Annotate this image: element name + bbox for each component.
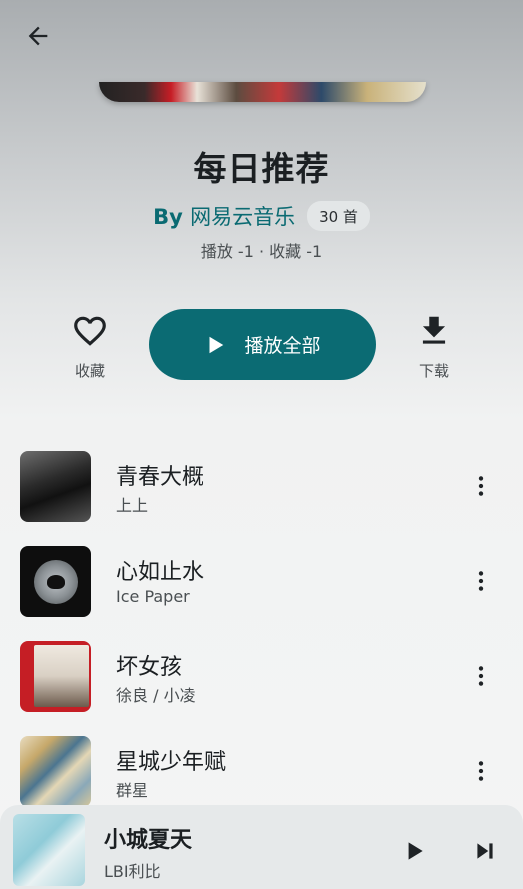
back-button[interactable] [18, 18, 58, 54]
song-count-badge: 30 首 [307, 201, 370, 231]
playlist-cover [99, 82, 426, 102]
song-title: 坏女孩 [116, 655, 183, 680]
song-row[interactable]: 坏女孩 徐良 / 小凌 [0, 639, 523, 734]
song-cover [20, 451, 91, 522]
download-icon [422, 316, 446, 344]
play-all-button[interactable]: 播放全部 [149, 309, 376, 380]
more-options-button[interactable] [462, 752, 500, 790]
arrow-left-icon [28, 26, 48, 46]
play-icon [408, 842, 423, 860]
now-playing-cover [13, 814, 85, 886]
song-artist: 上上 [116, 496, 149, 515]
song-artist: 徐良 / 小凌 [116, 686, 196, 705]
song-artist: Ice Paper [116, 587, 190, 606]
song-title: 青春大概 [116, 465, 205, 490]
skip-next-icon [477, 843, 493, 859]
top-bar [0, 0, 523, 72]
mini-player[interactable]: 小城夏天 LBI利比 [0, 805, 523, 889]
more-vertical-icon [478, 476, 484, 496]
song-title: 星城少年赋 [116, 750, 227, 775]
song-artist: 群星 [116, 781, 149, 800]
play-button[interactable] [396, 833, 432, 869]
creator-row: By 网易云音乐 30 首 [0, 201, 523, 231]
more-vertical-icon [478, 761, 484, 781]
creator-name: 网易云音乐 [190, 205, 296, 229]
song-row[interactable]: 心如止水 Ice Paper [0, 544, 523, 639]
song-cover [20, 641, 91, 712]
more-options-button[interactable] [462, 657, 500, 695]
more-options-button[interactable] [462, 562, 500, 600]
play-icon [209, 336, 224, 353]
favorite-button[interactable]: 收藏 [66, 312, 114, 381]
heart-icon [74, 316, 106, 346]
song-list: 青春大概 上上 心如止水 Ice Paper 坏女孩 徐良 / 小凌 星城少年赋 [0, 449, 523, 829]
more-vertical-icon [478, 666, 484, 686]
song-row[interactable]: 青春大概 上上 [0, 449, 523, 544]
more-vertical-icon [478, 571, 484, 591]
more-options-button[interactable] [462, 467, 500, 505]
download-button[interactable]: 下载 [410, 312, 458, 381]
play-all-label: 播放全部 [244, 335, 321, 357]
creator-prefix: By [153, 205, 183, 229]
now-playing-title: 小城夏天 [104, 828, 193, 853]
playlist-stats: 播放 -1 · 收藏 -1 [200, 242, 323, 261]
playlist-title: 每日推荐 [193, 149, 330, 188]
song-cover [20, 736, 91, 807]
favorite-label: 收藏 [74, 362, 105, 380]
download-label: 下载 [418, 362, 449, 380]
song-cover [20, 546, 91, 617]
next-button[interactable] [467, 833, 503, 869]
now-playing-artist: LBI利比 [104, 862, 161, 881]
creator-link[interactable]: By 网易云音乐 [153, 201, 295, 231]
song-title: 心如止水 [116, 560, 205, 585]
